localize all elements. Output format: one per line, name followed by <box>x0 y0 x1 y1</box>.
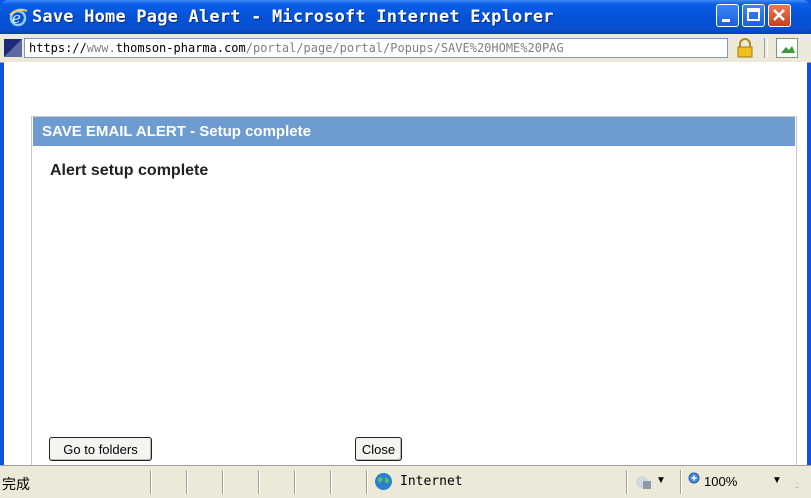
resize-grip-icon[interactable]: .: <box>795 480 798 491</box>
status-bar: 完成 Internet ▼ 100% ▼ .: <box>0 465 811 498</box>
status-divider <box>294 470 296 494</box>
maximize-button[interactable] <box>742 4 765 27</box>
ie-logo-icon: e <box>9 8 28 27</box>
alert-dialog: SAVE EMAIL ALERT - Setup complete Alert … <box>31 116 797 491</box>
address-separator <box>764 38 768 58</box>
security-zone: Internet <box>400 474 463 489</box>
address-bar: https://www.thomson-pharma.com/portal/pa… <box>0 34 811 63</box>
title-bar[interactable]: e Save Home Page Alert - Microsoft Inter… <box>0 0 811 34</box>
minimize-button[interactable] <box>716 4 739 27</box>
close-window-button[interactable] <box>768 4 791 27</box>
go-to-folders-button[interactable]: Go to folders <box>49 437 152 461</box>
lock-icon[interactable] <box>734 38 756 58</box>
url-host: thomson-pharma.com <box>115 41 246 55</box>
status-divider <box>222 470 224 494</box>
status-divider <box>626 470 628 494</box>
status-divider <box>150 470 152 494</box>
dialog-header: SAVE EMAIL ALERT - Setup complete <box>33 117 795 146</box>
ie-window: e Save Home Page Alert - Microsoft Inter… <box>0 0 811 498</box>
window-title: Save Home Page Alert - Microsoft Interne… <box>32 7 554 27</box>
protected-mode-icon[interactable] <box>634 473 652 491</box>
minimize-icon <box>722 19 730 22</box>
maximize-icon <box>747 8 760 21</box>
status-text: 完成 <box>2 476 30 492</box>
status-divider <box>680 470 682 494</box>
globe-icon <box>375 473 392 490</box>
url-prefix: https:// <box>29 41 87 55</box>
zoom-level[interactable]: 100% <box>704 474 737 489</box>
close-icon <box>773 9 785 21</box>
alert-message: Alert setup complete <box>50 162 209 179</box>
status-divider <box>366 470 368 494</box>
close-button[interactable]: Close <box>355 437 402 461</box>
chevron-down-icon[interactable]: ▼ <box>656 475 666 486</box>
page-content: SAVE EMAIL ALERT - Setup complete Alert … <box>4 62 807 491</box>
address-input[interactable]: https://www.thomson-pharma.com/portal/pa… <box>24 38 728 58</box>
zoom-icon[interactable] <box>688 472 702 486</box>
status-divider <box>186 470 188 494</box>
page-icon <box>4 39 22 57</box>
chevron-down-icon[interactable]: ▼ <box>772 475 782 486</box>
url-path: /portal/page/portal/Popups/SAVE%20HOME%2… <box>245 41 564 55</box>
image-icon[interactable] <box>776 38 798 58</box>
status-divider <box>330 470 332 494</box>
status-divider <box>258 470 260 494</box>
url-host-prefix: www. <box>86 41 116 55</box>
